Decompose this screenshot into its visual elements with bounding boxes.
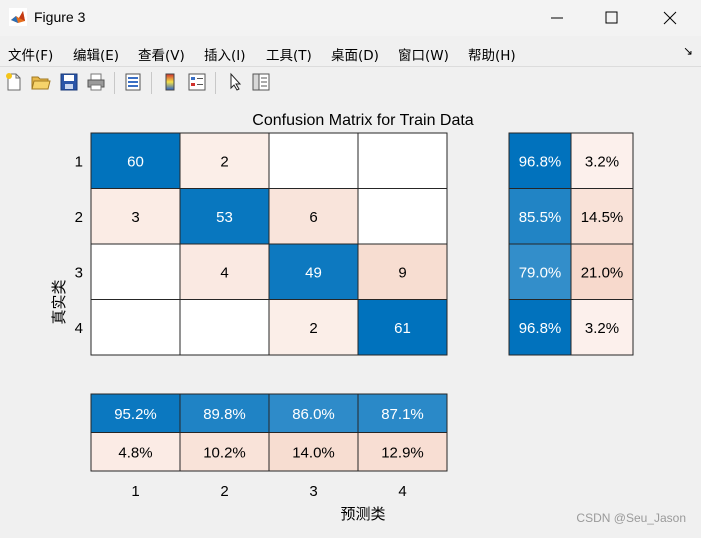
menu-file[interactable]: 文件(F) — [8, 44, 53, 64]
menu-insert[interactable]: 插入(I) — [204, 44, 246, 64]
confusion-matrix-chart: Confusion Matrix for Train Data 预测类 真实类 … — [50, 112, 686, 525]
pointer-icon[interactable] — [226, 72, 246, 92]
menu-bar: 文件(F) 编辑(E) 查看(V) 插入(I) 工具(T) 桌面(D) 窗口(W… — [0, 38, 701, 67]
print-preview-icon[interactable] — [123, 72, 143, 92]
chart-title: Confusion Matrix for Train Data — [252, 112, 474, 129]
window-title: Figure 3 — [34, 9, 86, 25]
matrix-cell-r4-c2 — [179, 299, 270, 356]
col-summary-incorrect-1-label: 4.8% — [118, 444, 152, 461]
menu-window[interactable]: 窗口(W) — [398, 44, 449, 64]
row-summary-correct-3-label: 79.0% — [519, 264, 562, 281]
col-summary-correct-3-label: 86.0% — [292, 406, 335, 423]
menu-desktop[interactable]: 桌面(D) — [331, 44, 379, 64]
toolbar — [0, 67, 701, 99]
property-inspector-icon[interactable] — [251, 72, 271, 92]
x-tick-label: 4 — [398, 483, 406, 500]
x-tick-label: 3 — [309, 483, 317, 500]
matrix-cell-r2-c2-label: 53 — [216, 209, 233, 226]
y-axis-label: 真实类 — [50, 279, 68, 324]
matrix-cell-r2-c1-label: 3 — [131, 209, 139, 226]
title-bar: Figure 3 — [0, 0, 701, 36]
menu-tools[interactable]: 工具(T) — [266, 44, 312, 64]
matrix-cell-r3-c4-label: 9 — [398, 264, 406, 281]
matrix-cell-r1-c1-label: 60 — [127, 153, 144, 170]
matrix-cell-r3-c3-label: 49 — [305, 264, 322, 281]
matrix-cell-r3-c1 — [90, 243, 181, 300]
x-tick-label: 1 — [131, 483, 139, 500]
toolbar-separator — [114, 72, 115, 94]
col-summary-correct-2-label: 89.8% — [203, 406, 246, 423]
dock-arrow-icon[interactable]: ↘ — [683, 44, 693, 58]
matrix-cell-r2-c3-label: 6 — [309, 209, 317, 226]
row-summary-incorrect-1-label: 3.2% — [585, 153, 619, 170]
row-summary-correct-2-label: 85.5% — [519, 209, 562, 226]
toolbar-separator — [215, 72, 216, 94]
colorbar-icon[interactable] — [160, 72, 180, 92]
y-tick-label: 2 — [75, 209, 83, 226]
legend-icon[interactable] — [187, 72, 207, 92]
new-file-icon[interactable] — [4, 72, 24, 92]
matrix-cell-r1-c2-label: 2 — [220, 153, 228, 170]
minimize-button[interactable] — [535, 6, 579, 30]
col-summary-incorrect-2-label: 10.2% — [203, 444, 246, 461]
close-button[interactable] — [648, 6, 692, 30]
matrix-cell-r4-c4-label: 61 — [394, 320, 411, 337]
print-icon[interactable] — [86, 72, 106, 92]
y-tick-label: 3 — [75, 264, 83, 281]
y-tick-label: 4 — [75, 320, 83, 337]
matrix-cell-r2-c4 — [357, 188, 448, 245]
matrix-cell-r4-c3-label: 2 — [309, 320, 317, 337]
row-summary-incorrect-3-label: 21.0% — [581, 264, 624, 281]
x-tick-label: 2 — [220, 483, 228, 500]
maximize-button[interactable] — [589, 6, 633, 30]
menu-view[interactable]: 查看(V) — [138, 44, 185, 64]
col-summary-correct-4-label: 87.1% — [381, 406, 424, 423]
matrix-cell-r3-c2-label: 4 — [220, 264, 228, 281]
matlab-icon — [9, 8, 27, 26]
col-summary-incorrect-4-label: 12.9% — [381, 444, 424, 461]
save-icon[interactable] — [59, 72, 79, 92]
col-summary-incorrect-3-label: 14.0% — [292, 444, 335, 461]
y-tick-label: 1 — [75, 153, 83, 170]
matrix-cells: 60 2 3 53 6 4 49 9 2 61 96.8% 3.2% 85.5% 14.5% 79.0% 21… — [90, 132, 634, 472]
open-folder-icon[interactable] — [31, 72, 51, 92]
matrix-cell-r1-c4 — [357, 132, 448, 189]
menu-edit[interactable]: 编辑(E) — [73, 44, 119, 64]
watermark: CSDN @Seu_Jason — [576, 511, 686, 525]
col-summary-correct-1-label: 95.2% — [114, 406, 157, 423]
menu-help[interactable]: 帮助(H) — [468, 44, 516, 64]
x-axis-label: 预测类 — [340, 505, 385, 523]
matrix-cell-r4-c1 — [90, 299, 181, 356]
matrix-cell-r1-c3 — [268, 132, 359, 189]
toolbar-separator — [151, 72, 152, 94]
row-summary-correct-1-label: 96.8% — [519, 153, 562, 170]
row-summary-correct-4-label: 96.8% — [519, 320, 562, 337]
row-summary-incorrect-2-label: 14.5% — [581, 209, 624, 226]
figure-canvas: Confusion Matrix for Train Data 预测类 真实类 … — [0, 100, 701, 534]
row-summary-incorrect-4-label: 3.2% — [585, 320, 619, 337]
